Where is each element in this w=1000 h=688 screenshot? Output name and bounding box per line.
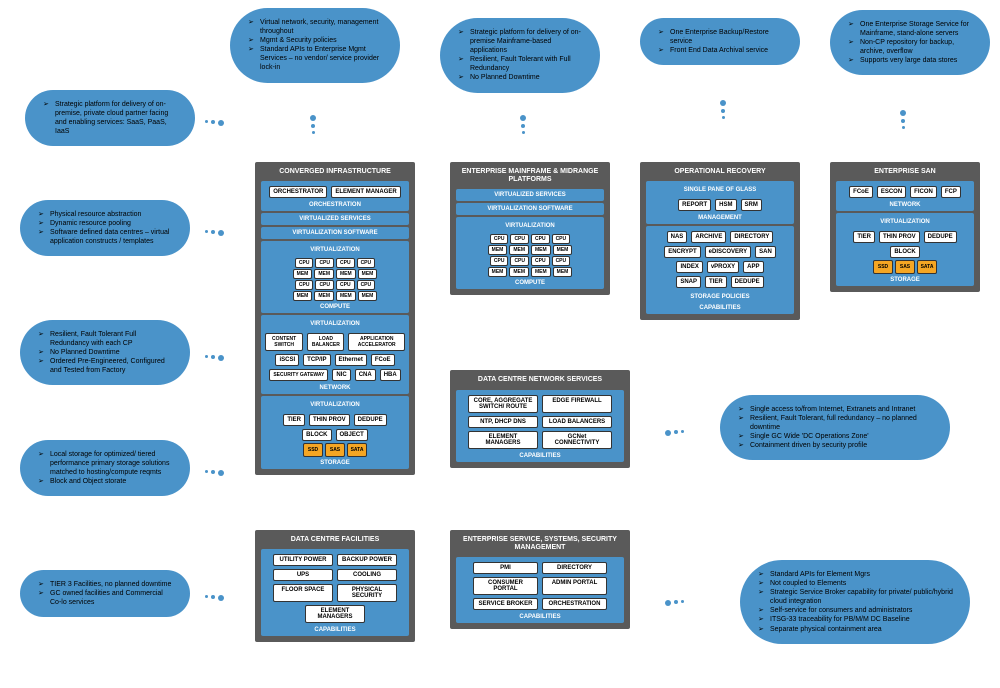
l: Virtual network, security, management th… <box>244 18 386 73</box>
panel-dcf: DATA CENTRE FACILITIES UTILITY POWERBACK… <box>255 530 415 642</box>
panel-mainframe: ENTERPRISE MAINFRAME & MIDRANGE PLATFORM… <box>450 162 610 295</box>
cloud-resilient: Resilient, Fault Tolerant Full Redundanc… <box>20 320 190 385</box>
panel-san: ENTERPRISE SAN FCoEESCONFICONFCP NETWORK… <box>830 162 980 292</box>
dots <box>205 355 224 361</box>
panel-essm: ENTERPRISE SERVICE, SYSTEMS, SECURITY MA… <box>450 530 630 629</box>
cloud-conv-top: Virtual network, security, management th… <box>230 8 400 83</box>
panel-operational: OPERATIONAL RECOVERY SINGLE PANE OF GLAS… <box>640 162 800 320</box>
panel-converged: CONVERGED INFRASTRUCTURE ORCHESTRATORELE… <box>255 162 415 475</box>
dots <box>665 430 684 436</box>
dots <box>665 600 684 606</box>
dots <box>205 120 224 126</box>
cloud-san: One Enterprise Storage Service for Mainf… <box>830 10 990 75</box>
dots <box>310 115 316 134</box>
dots <box>205 595 224 601</box>
cloud-mf: Strategic platform for delivery of on-pr… <box>440 18 600 93</box>
dots <box>205 470 224 476</box>
cloud-dcns: Single access to/from Internet, Extranet… <box>720 395 950 460</box>
dots <box>900 110 906 129</box>
cloud-essm: Standard APIs for Element MgrsNot couple… <box>740 560 970 644</box>
cloud-op: One Enterprise Backup/Restore serviceFro… <box>640 18 800 65</box>
dots <box>205 230 224 236</box>
panel-dcns: DATA CENTRE NETWORK SERVICES CORE, AGGRE… <box>450 370 630 468</box>
dots <box>720 100 726 119</box>
cloud-strategic: Strategic platform for delivery of on-pr… <box>25 90 195 146</box>
cloud-storage: Local storage for optimized/ tiered perf… <box>20 440 190 496</box>
cloud-tier3: TIER 3 Facilities, no planned downtimeGC… <box>20 570 190 617</box>
cloud-abstract: Physical resource abstractionDynamic res… <box>20 200 190 256</box>
dots <box>520 115 526 134</box>
